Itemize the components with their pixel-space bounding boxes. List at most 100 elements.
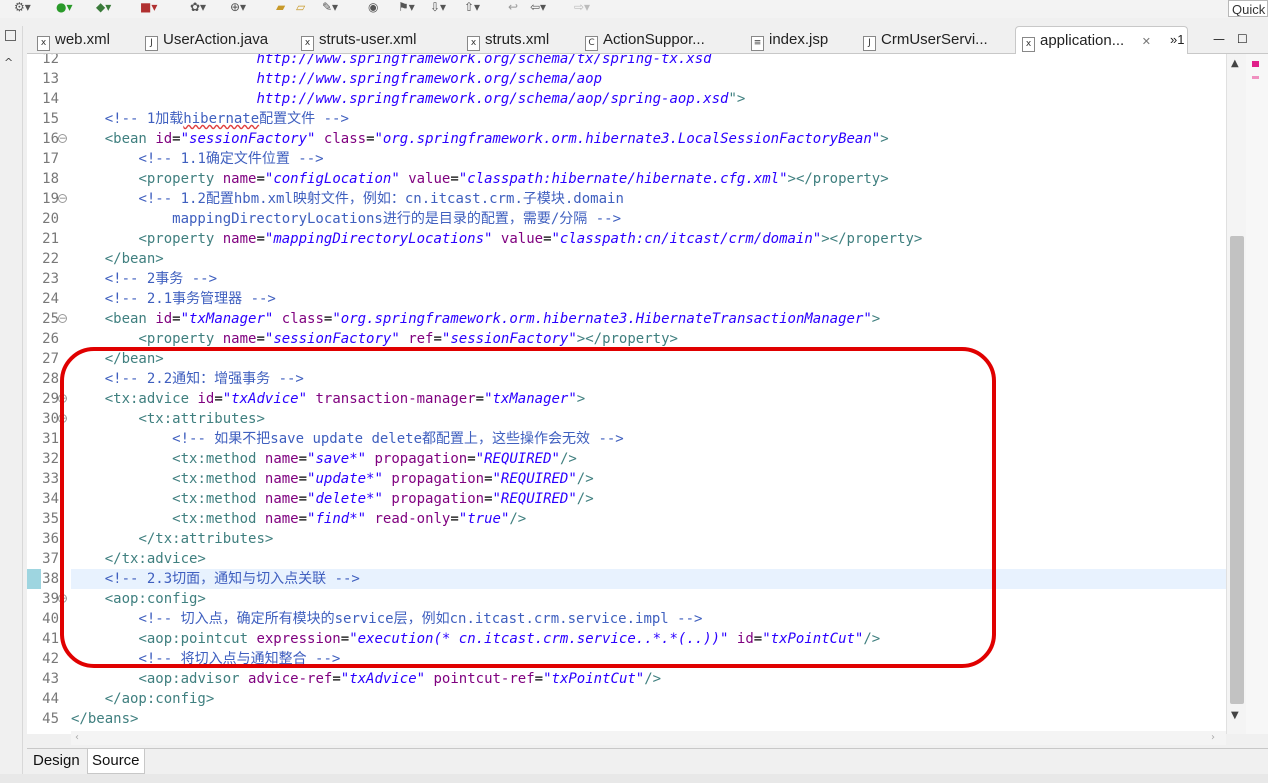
code-line[interactable]: <aop:advisor advice-ref="txAdvice" point… xyxy=(71,669,661,689)
code-line[interactable]: <aop:config> xyxy=(71,589,206,609)
scroll-left-icon[interactable]: ‹ xyxy=(75,731,79,745)
tab-label: index.jsp xyxy=(769,31,829,48)
code-line[interactable]: mappingDirectoryLocations进行的是目录的配置，需要/分隔… xyxy=(71,209,621,229)
java-file-icon: J xyxy=(863,36,876,51)
code-line[interactable]: <bean id="sessionFactory" class="org.spr… xyxy=(71,129,889,149)
editor-mode-tabs: Design Source xyxy=(27,748,1268,774)
next-annotation-icon[interactable]: ⇩▾ xyxy=(430,0,446,14)
scrollbar-thumb[interactable] xyxy=(1230,236,1244,704)
open-folder-icon[interactable]: ▰ xyxy=(276,0,285,14)
overview-error-marker[interactable] xyxy=(1252,61,1259,67)
open-type-icon[interactable]: ▱ xyxy=(296,0,305,14)
horizontal-scrollbar[interactable]: ‹ › xyxy=(71,731,1226,745)
minimize-icon[interactable]: — xyxy=(1213,26,1225,53)
line-number: 44 xyxy=(42,691,59,707)
xml-file-icon: x xyxy=(301,36,314,51)
close-icon[interactable]: ✕ xyxy=(1138,35,1151,48)
code-line[interactable]: </beans> xyxy=(71,709,138,729)
code-line[interactable]: <!-- 1.2配置hbm.xml映射文件，例如：cn.itcast.crm.子… xyxy=(71,189,623,209)
fold-toggle-icon[interactable]: − xyxy=(58,414,67,424)
code-line[interactable]: http://www.springframework.org/schema/ao… xyxy=(71,69,602,89)
code-line[interactable]: http://www.springframework.org/schema/tx… xyxy=(71,54,711,69)
code-line[interactable]: </aop:config> xyxy=(71,689,215,709)
code-line[interactable]: <!-- 1.1确定文件位置 --> xyxy=(71,149,323,169)
tab-label: struts-user.xml xyxy=(319,31,417,48)
overview-marker[interactable] xyxy=(1252,76,1259,79)
new-class-icon[interactable]: ✿▾ xyxy=(190,0,206,14)
prev-annotation-icon[interactable]: ⇧▾ xyxy=(464,0,480,14)
line-number: 28 xyxy=(42,371,59,387)
tab-index-jsp[interactable]: ≡ index.jsp xyxy=(745,26,856,53)
current-code-line[interactable]: <!-- 2.3切面，通知与切入点关联 --> xyxy=(71,569,1226,589)
java-file-icon: J xyxy=(145,36,158,51)
tab-struts-xml[interactable]: x struts.xml xyxy=(461,26,577,53)
last-edit-icon[interactable]: ↩ xyxy=(508,0,518,14)
line-number: 41 xyxy=(42,631,59,647)
tab-source[interactable]: Source xyxy=(87,749,145,774)
tab-design[interactable]: Design xyxy=(29,749,84,773)
chevron-up-icon[interactable]: ^ xyxy=(4,56,13,69)
annotation-icon[interactable]: ⚑▾ xyxy=(398,0,415,14)
code-line[interactable]: <property name="sessionFactory" ref="ses… xyxy=(71,329,678,349)
fold-toggle-icon[interactable]: − xyxy=(58,194,67,204)
class-file-icon: C xyxy=(585,36,598,51)
code-line[interactable]: <tx:method name="delete*" propagation="R… xyxy=(71,489,594,509)
code-line[interactable]: <!-- 切入点，确定所有模块的service层，例如cn.itcast.crm… xyxy=(71,609,702,629)
code-line[interactable]: <property name="configLocation" value="c… xyxy=(71,169,888,189)
vertical-scrollbar[interactable]: ▲ ▼ xyxy=(1226,54,1247,734)
code-line[interactable]: </tx:attributes> xyxy=(71,529,273,549)
fold-toggle-icon[interactable]: − xyxy=(58,394,67,404)
tab-web-xml[interactable]: x web.xml xyxy=(31,26,137,53)
code-line[interactable]: <!-- 1加载hibernate配置文件 --> xyxy=(71,109,349,129)
source-editor[interactable]: 12 13 14 15 16−17 18 19−20 21 22 23 24 25−26 27 28 29−… xyxy=(27,54,1246,734)
settings-icon[interactable]: ⚙▾ xyxy=(14,0,31,14)
code-line[interactable]: <tx:method name="update*" propagation="R… xyxy=(71,469,594,489)
overview-ruler[interactable] xyxy=(1246,54,1268,734)
forward-icon[interactable]: ⇨▾ xyxy=(574,0,590,14)
code-line[interactable]: <!-- 如果不把save update delete都配置上，这些操作会无效 … xyxy=(71,429,624,449)
scroll-up-icon[interactable]: ▲ xyxy=(1231,58,1239,69)
tab-struts-user-xml[interactable]: x struts-user.xml xyxy=(295,26,461,53)
code-line[interactable]: </bean> xyxy=(71,349,164,369)
scroll-right-icon[interactable]: › xyxy=(1211,731,1215,745)
restore-icon[interactable] xyxy=(5,30,16,41)
code-line[interactable]: </bean> xyxy=(71,249,164,269)
code-line[interactable]: <!-- 2.2通知：增强事务 --> xyxy=(71,369,304,389)
scroll-down-icon[interactable]: ▼ xyxy=(1231,710,1239,721)
code-line[interactable]: </tx:advice> xyxy=(71,549,206,569)
fold-toggle-icon[interactable]: − xyxy=(58,314,67,324)
line-number: 20 xyxy=(42,211,59,227)
search-icon[interactable]: ◉ xyxy=(368,0,378,14)
code-line[interactable]: <tx:attributes> xyxy=(71,409,264,429)
code-line[interactable]: <!-- 2事务 --> xyxy=(71,269,217,289)
fold-toggle-icon[interactable]: − xyxy=(58,134,67,144)
tab-label: struts.xml xyxy=(485,31,550,48)
link-icon[interactable]: ⊕▾ xyxy=(230,0,246,14)
server-icon[interactable]: ■▾ xyxy=(140,0,157,14)
code-line[interactable]: <bean id="txManager" class="org.springfr… xyxy=(71,309,881,329)
tab-actionsuppor[interactable]: C ActionSuppor... xyxy=(579,26,743,53)
fold-toggle-icon[interactable]: − xyxy=(58,594,67,604)
maximize-icon[interactable]: ☐ xyxy=(1237,26,1248,53)
code-line[interactable]: <property name="mappingDirectoryLocation… xyxy=(71,229,922,249)
line-number: 29 xyxy=(42,391,59,407)
code-line[interactable]: <tx:advice id="txAdvice" transaction-man… xyxy=(71,389,586,409)
code-line[interactable]: <tx:method name="find*" read-only="true"… xyxy=(71,509,526,529)
code-line[interactable]: http://www.springframework.org/schema/ao… xyxy=(71,89,745,109)
line-number: 32 xyxy=(42,451,59,467)
back-icon[interactable]: ⇦▾ xyxy=(530,0,546,14)
build-icon[interactable]: ✎▾ xyxy=(322,0,338,14)
code-line[interactable]: <tx:method name="save*" propagation="REQ… xyxy=(71,449,577,469)
debug-icon[interactable]: ◆▾ xyxy=(96,0,111,14)
code-line[interactable]: <!-- 2.1事务管理器 --> xyxy=(71,289,276,309)
tab-useraction-java[interactable]: J UserAction.java xyxy=(139,26,295,53)
line-number-ruler: 12 13 14 15 16−17 18 19−20 21 22 23 24 25−26 27 28 29−… xyxy=(27,54,69,734)
line-number: 21 xyxy=(42,231,59,247)
code-line[interactable]: <!-- 将切入点与通知整合 --> xyxy=(71,649,340,669)
tab-overflow-button[interactable]: »1 xyxy=(1170,26,1184,53)
code-line[interactable]: <aop:pointcut expression="execution(* cn… xyxy=(71,629,880,649)
tab-crmuserservi[interactable]: J CrmUserServi... xyxy=(857,26,1013,53)
tab-application[interactable]: x application... ✕ xyxy=(1015,26,1188,55)
quick-access-field[interactable]: Quick xyxy=(1228,0,1268,17)
run-icon[interactable]: ●▾ xyxy=(56,0,73,14)
